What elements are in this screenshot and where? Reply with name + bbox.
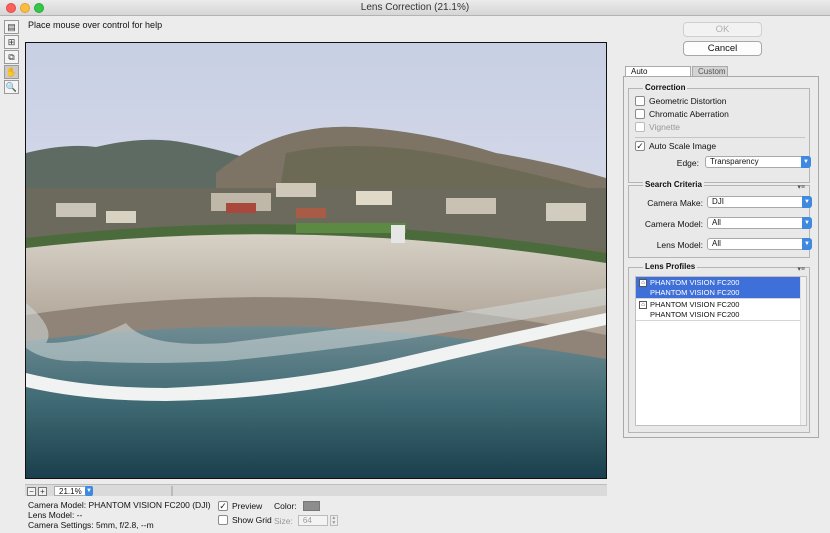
window-title: Lens Correction (21.1%): [360, 2, 470, 13]
grid-size-row: Size: 64 ▲ ▼: [274, 515, 338, 526]
show-grid-label: Show Grid: [232, 515, 272, 525]
lens-profile-lens: PHANTOM VISION FC200: [650, 310, 740, 319]
zoom-dropdown-arrow-icon[interactable]: ▼: [85, 486, 93, 496]
vignette-checkbox[interactable]: [635, 122, 645, 132]
lens-profile-camera: PHANTOM VISION FC200: [650, 278, 740, 287]
camera-settings-text: Camera Settings: 5mm, f/2.8, --m: [28, 520, 154, 530]
preview-label: Preview: [232, 501, 263, 511]
ok-button[interactable]: OK: [683, 22, 762, 37]
hand-tool-icon[interactable]: ✋: [4, 65, 19, 79]
home-icon: ⌂: [639, 301, 647, 309]
correction-group: Correction Geometric Distortion Chromati…: [628, 83, 811, 183]
edge-select[interactable]: Transparency ▼: [705, 156, 811, 168]
chromatic-aberration-row[interactable]: Chromatic Aberration: [635, 109, 729, 119]
search-criteria-title: Search Criteria: [643, 180, 704, 189]
lens-model-arrow-icon: ▼: [802, 238, 812, 250]
chromatic-aberration-checkbox[interactable]: [635, 109, 645, 119]
search-criteria-menu-icon[interactable]: ▾≡: [797, 183, 805, 191]
tab-auto-correction[interactable]: Auto Correction: [625, 66, 691, 86]
auto-scale-row[interactable]: ✓ Auto Scale Image: [635, 141, 716, 151]
lens-model-label: Lens Model:: [656, 240, 703, 250]
zoom-in-button[interactable]: +: [38, 487, 47, 496]
correction-group-title: Correction: [643, 83, 688, 92]
camera-model-arrow-icon: ▼: [802, 217, 812, 229]
lens-profile-row[interactable]: ⌂ PHANTOM VISION FC200 PHANTOM VISION FC…: [636, 277, 806, 299]
move-grid-tool-icon[interactable]: ⧉: [4, 50, 19, 64]
lens-profiles-menu-icon[interactable]: ▾≡: [797, 265, 805, 273]
lens-model-value: All: [712, 239, 721, 248]
camera-make-select[interactable]: DJI ▼: [707, 196, 812, 208]
remove-distortion-tool-icon[interactable]: ▤: [4, 20, 19, 34]
zoom-tool-icon[interactable]: 🔍: [4, 80, 19, 94]
vignette-row[interactable]: Vignette: [635, 122, 680, 132]
zoom-bar-divider: [171, 486, 173, 496]
lens-profiles-group: Lens Profiles ▾≡ ⌂ PHANTOM VISION FC200 …: [628, 262, 810, 433]
tab-custom[interactable]: Custom: [692, 66, 728, 76]
cancel-button[interactable]: Cancel: [683, 41, 762, 56]
lens-model-text: Lens Model: --: [28, 510, 83, 520]
correction-divider: [635, 137, 805, 138]
tool-strip: ▤ ⊞ ⧉ ✋ 🔍: [4, 20, 20, 95]
grid-size-stepper-icon[interactable]: ▲ ▼: [329, 515, 338, 526]
show-grid-checkbox-row[interactable]: Show Grid: [218, 515, 272, 525]
camera-model-select[interactable]: All ▼: [707, 217, 812, 229]
geometric-distortion-checkbox[interactable]: [635, 96, 645, 106]
lens-profiles-list[interactable]: ⌂ PHANTOM VISION FC200 PHANTOM VISION FC…: [635, 276, 807, 426]
straighten-tool-icon[interactable]: ⊞: [4, 35, 19, 49]
camera-model-text: Camera Model: PHANTOM VISION FC200 (DJI): [28, 500, 211, 510]
geometric-distortion-label: Geometric Distortion: [649, 96, 727, 106]
lens-profile-lens: PHANTOM VISION FC200: [650, 288, 740, 297]
close-window-button[interactable]: [6, 3, 16, 13]
lens-model-select[interactable]: All ▼: [707, 238, 812, 250]
search-criteria-group: Search Criteria ▾≡ Camera Make: DJI ▼ Ca…: [628, 180, 812, 258]
color-label: Color:: [274, 501, 297, 511]
vignette-label: Vignette: [649, 122, 681, 132]
home-icon: ⌂: [639, 279, 647, 287]
camera-make-label: Camera Make:: [647, 198, 703, 208]
grid-size-field[interactable]: 64: [297, 515, 328, 526]
title-bar: Lens Correction (21.1%): [0, 0, 830, 16]
camera-info: Camera Model: PHANTOM VISION FC200 (DJI)…: [28, 500, 211, 530]
help-text: Place mouse over control for help: [28, 20, 163, 30]
zoom-out-button[interactable]: −: [27, 487, 36, 496]
lens-profiles-title: Lens Profiles: [643, 262, 698, 271]
grid-color-row: Color:: [274, 501, 320, 511]
geometric-distortion-row[interactable]: Geometric Distortion: [635, 96, 726, 106]
edge-select-arrow-icon: ▼: [801, 156, 811, 168]
edge-label: Edge:: [676, 158, 699, 168]
lens-profile-camera: PHANTOM VISION FC200: [650, 300, 740, 309]
auto-scale-checkbox[interactable]: ✓: [635, 141, 645, 151]
beach-photo: [26, 43, 606, 478]
lens-profile-row[interactable]: ⌂ PHANTOM VISION FC200 PHANTOM VISION FC…: [636, 299, 806, 321]
preview-checkbox[interactable]: ✓: [218, 501, 228, 511]
camera-model-label: Camera Model:: [644, 219, 703, 229]
minimize-window-button[interactable]: [20, 3, 30, 13]
preview-checkbox-row[interactable]: ✓ Preview: [218, 501, 262, 511]
chromatic-aberration-label: Chromatic Aberration: [649, 109, 729, 119]
camera-make-value: DJI: [712, 197, 724, 206]
auto-correction-panel: Correction Geometric Distortion Chromati…: [623, 76, 819, 438]
auto-scale-label: Auto Scale Image: [649, 141, 717, 151]
edge-select-value: Transparency: [710, 157, 759, 166]
camera-make-arrow-icon: ▼: [802, 196, 812, 208]
zoom-bar: − + 21.1% ▼: [25, 484, 607, 496]
maximize-window-button[interactable]: [34, 3, 44, 13]
camera-model-value: All: [712, 218, 721, 227]
image-preview[interactable]: [25, 42, 607, 479]
show-grid-checkbox[interactable]: [218, 515, 228, 525]
lens-profiles-scrollbar[interactable]: [800, 277, 806, 425]
grid-color-swatch[interactable]: [302, 501, 320, 511]
size-label: Size:: [274, 515, 293, 526]
